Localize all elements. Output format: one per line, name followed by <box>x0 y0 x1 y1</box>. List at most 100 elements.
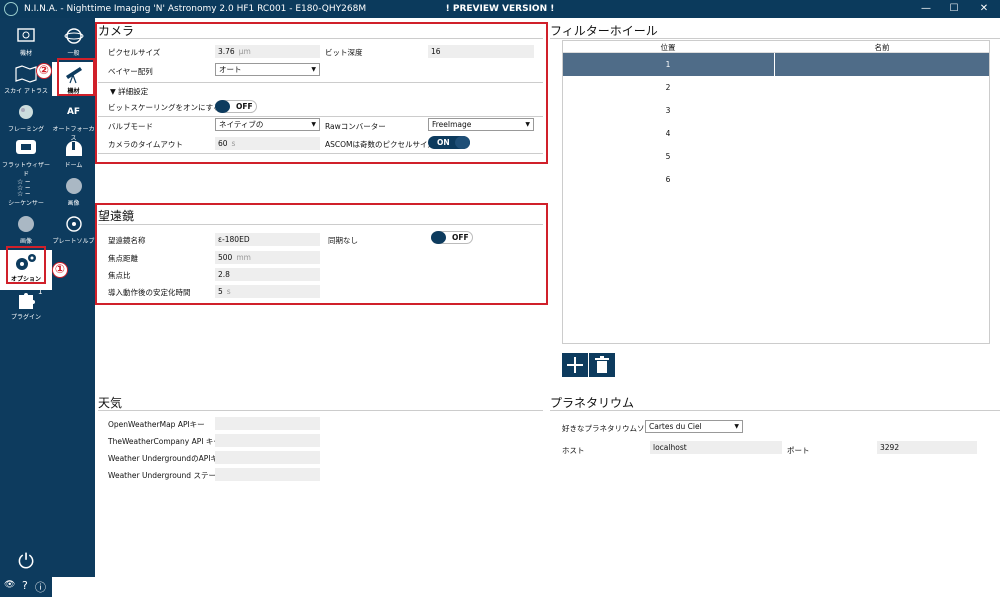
filter-wheel-title: フィルターホイール <box>550 24 658 38</box>
annotation-one: ① <box>52 262 68 278</box>
sidebar-item-label: フレーミング <box>7 126 44 133</box>
af-icon: AF <box>66 107 81 117</box>
wunderground-api-label: Weather UndergroundのAPIキー <box>108 454 226 463</box>
weathercompany-input[interactable] <box>215 434 320 447</box>
svg-text:☆ ─: ☆ ─ <box>17 190 31 196</box>
telescope-name-input[interactable]: ε-180ED <box>215 233 320 246</box>
telescope-section-title: 望遠鏡 <box>98 209 135 223</box>
focal-ratio-input[interactable]: 2.8 <box>215 268 320 281</box>
tab-dome[interactable]: ドーム <box>52 138 95 169</box>
host-label: ホスト <box>562 446 585 455</box>
wunderground-station-input[interactable] <box>215 468 320 481</box>
host-input[interactable]: localhost <box>650 441 782 454</box>
focal-ratio-label: 焦点比 <box>108 271 131 280</box>
bulb-mode-label: バルブモード <box>108 122 153 131</box>
tab-plate-solve[interactable]: プレートソルブ <box>52 214 95 245</box>
settle-time-input[interactable]: 5s <box>215 285 320 298</box>
power-icon[interactable]: ⏻ <box>14 550 38 572</box>
openweathermap-input[interactable] <box>215 417 320 430</box>
weather-section-title: 天気 <box>98 396 123 410</box>
focal-length-input[interactable]: 500 mm <box>215 251 320 264</box>
table-header: 位置 名前 <box>563 41 989 53</box>
ascom-odd-pixel-toggle[interactable]: ON <box>428 136 470 149</box>
sidebar-item-equipment[interactable]: 機材 <box>0 26 52 57</box>
pixel-size-label: ピクセルサイズ <box>108 48 161 57</box>
table-row[interactable]: 1 <box>563 53 989 76</box>
title-bar: N.I.N.A. - Nighttime Imaging 'N' Astrono… <box>0 0 1000 18</box>
maximize-button[interactable]: ☐ <box>940 0 968 18</box>
camera-timeout-label: カメラのタイムアウト <box>108 140 183 149</box>
tab-autofocus[interactable]: AF オートフォーカス <box>52 102 95 142</box>
column-header-name[interactable]: 名前 <box>775 42 989 53</box>
bulb-mode-select[interactable]: ネイティブの ▼ <box>215 118 320 131</box>
bayer-select[interactable]: オート ▼ <box>215 63 320 76</box>
table-row[interactable]: 2 <box>563 76 989 99</box>
settle-time-label: 導入動作後の安定化時間 <box>108 288 191 297</box>
focal-length-label: 焦点距離 <box>108 254 138 263</box>
divider <box>98 153 543 154</box>
column-header-position[interactable]: 位置 <box>563 42 773 53</box>
flat-wizard-icon <box>16 140 36 154</box>
sidebar-item-sequencer[interactable]: ☆ ─ ☆ ─ ☆ ─ シーケンサー <box>0 176 52 207</box>
bit-scaling-toggle[interactable]: OFF <box>215 100 257 113</box>
table-row[interactable]: 3 <box>563 99 989 122</box>
tab-label: 一般 <box>67 50 80 57</box>
bit-depth-label: ビット深度 <box>325 48 363 57</box>
toggle-knob <box>455 136 470 149</box>
filter-wheel-table: 位置 名前 1 2 3 4 5 6 <box>562 40 990 344</box>
weathercompany-label: TheWeatherCompany API キー <box>108 437 221 446</box>
table-row[interactable]: 4 <box>563 122 989 145</box>
minimize-button[interactable]: — <box>912 0 940 18</box>
chevron-down-icon: ▼ <box>311 66 316 73</box>
puzzle-icon <box>19 293 35 309</box>
sidebar-item-imaging[interactable]: 画像 <box>0 214 52 245</box>
close-button[interactable]: ✕ <box>970 0 998 18</box>
sidebar-item-flat-wizard[interactable]: フラットウィザード <box>0 138 52 178</box>
add-filter-button[interactable] <box>562 353 588 377</box>
no-sync-label: 同期なし <box>328 236 358 245</box>
divider <box>550 410 1000 411</box>
info-icon[interactable]: ⓘ <box>35 579 46 595</box>
divider <box>98 224 543 225</box>
toggle-knob <box>215 100 230 113</box>
sidebar-item-plugins[interactable]: 1 プラグイン <box>0 288 52 321</box>
divider <box>98 410 543 411</box>
highlight-equipment <box>57 58 95 96</box>
table-row[interactable]: 5 <box>563 145 989 168</box>
chevron-down-icon: ▼ <box>734 423 739 430</box>
annotation-two: ② <box>36 63 52 79</box>
pixel-size-input[interactable]: 3.76 μm <box>215 45 320 58</box>
options-sidebar: 一般 機材 AF オートフォーカス ドーム 画像 プレートソルブ <box>52 18 95 577</box>
wunderground-station-label: Weather Underground ステーショ <box>108 471 231 480</box>
tab-general[interactable]: 一般 <box>52 26 95 57</box>
divider <box>98 82 543 83</box>
tab-label: プレートソルブ <box>52 238 95 245</box>
bottom-status-bar: 👁 ? ⓘ <box>0 577 52 597</box>
plugin-count-badge: 1 <box>38 288 43 296</box>
wunderground-api-input[interactable] <box>215 451 320 464</box>
dome-icon <box>65 141 82 156</box>
planetarium-select[interactable]: Cartes du Ciel ▼ <box>645 420 743 433</box>
sidebar-item-label: プラグイン <box>10 314 41 321</box>
help-icon[interactable]: ? <box>22 579 28 592</box>
camera-timeout-input[interactable]: 60 s <box>215 137 320 150</box>
telescope-name-label: 望遠鏡名称 <box>108 236 146 245</box>
eye-icon[interactable]: 👁 <box>4 580 15 590</box>
port-input[interactable]: 3292 <box>877 441 977 454</box>
plus-icon <box>567 357 583 373</box>
bit-scaling-label: ビットスケーリングをオンにする。 <box>108 103 229 112</box>
chevron-down-icon: ▼ <box>525 121 530 128</box>
window-title: N.I.N.A. - Nighttime Imaging 'N' Astrono… <box>24 4 367 14</box>
sky-atlas-icon <box>15 65 37 83</box>
bit-depth-input[interactable]: 16 <box>428 45 534 58</box>
app-logo-icon <box>4 2 18 16</box>
sidebar-item-framing[interactable]: フレーミング <box>0 102 52 133</box>
delete-filter-button[interactable] <box>589 353 615 377</box>
no-sync-toggle[interactable]: OFF <box>431 231 473 244</box>
tab-imaging[interactable]: 画像 <box>52 176 95 207</box>
raw-converter-select[interactable]: FreeImage ▼ <box>428 118 534 131</box>
sidebar-item-label: スカイ アトラス <box>4 88 48 95</box>
table-row[interactable]: 6 <box>563 168 989 191</box>
advanced-settings-toggle[interactable]: ▼ 詳細設定 <box>110 86 148 97</box>
trash-icon <box>595 356 609 373</box>
